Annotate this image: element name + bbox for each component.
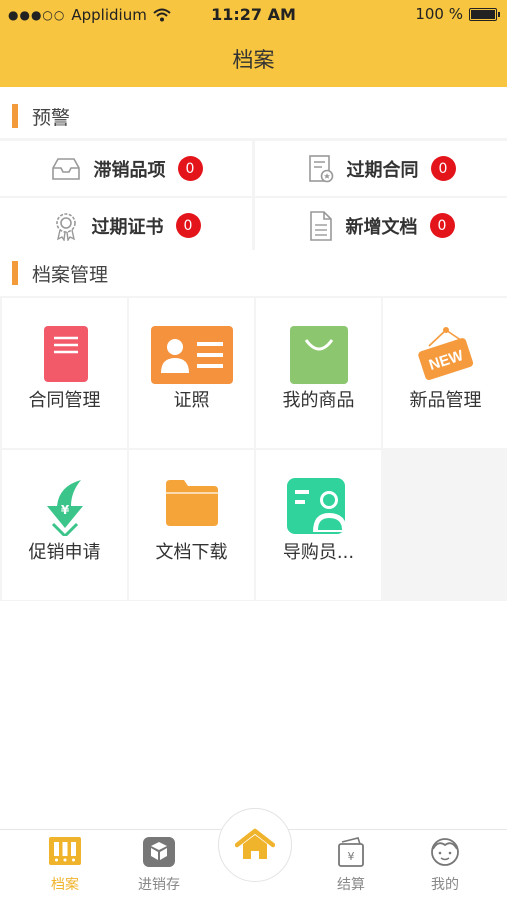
archive-item-label: 我的商品 xyxy=(282,390,355,411)
archive-item-label: 导购员... xyxy=(282,542,355,563)
warning-item-unsold[interactable]: 滞销品项 0 xyxy=(0,141,252,196)
yuan-download-icon: ¥ xyxy=(46,480,83,536)
section-accent-bar xyxy=(12,261,18,285)
certificate-icon xyxy=(55,212,76,241)
section-accent-bar xyxy=(12,104,18,128)
archive-item-label: 合同管理 xyxy=(28,390,101,411)
tab-label: 档案 xyxy=(51,877,79,893)
archive-grid: 合同管理 证照 我的商品 NEW 新品管理 ¥ 促销申请 文档下载 导购员... xyxy=(0,296,507,601)
contract-book-icon xyxy=(43,326,88,382)
wallet-icon: ¥ xyxy=(338,837,364,867)
warning-item-new-document[interactable]: 新增文档 0 xyxy=(255,198,507,253)
warning-item-label: 过期证书 xyxy=(91,216,164,238)
archive-item-label: 证照 xyxy=(173,390,210,411)
id-card-icon xyxy=(150,326,233,384)
warning-count-badge: 0 xyxy=(177,156,203,181)
warning-section-title: 预警 xyxy=(32,106,71,129)
home-button[interactable] xyxy=(218,808,292,882)
warning-grid: 滞销品项 0 过期合同 0 过期证书 0 新增文档 0 xyxy=(0,138,507,253)
archive-item-promotion[interactable]: ¥ 促销申请 xyxy=(2,450,127,600)
tab-mine[interactable]: 我的 xyxy=(400,830,490,900)
tab-settlement[interactable]: ¥ 结算 xyxy=(306,830,396,900)
tab-label: 进销存 xyxy=(138,877,180,893)
archive-item-contract[interactable]: 合同管理 xyxy=(2,298,127,448)
page-title: 档案 xyxy=(232,48,275,72)
svg-text:¥: ¥ xyxy=(348,850,355,863)
profile-icon xyxy=(431,838,459,866)
archive-item-shopping-guide[interactable]: 导购员... xyxy=(256,450,381,600)
staff-card-icon xyxy=(286,478,347,534)
tab-label: 结算 xyxy=(337,877,365,893)
svg-text:¥: ¥ xyxy=(60,503,69,517)
battery-label: 100 % xyxy=(415,5,463,23)
warning-count-badge: 0 xyxy=(430,156,456,181)
archive-icon xyxy=(49,837,81,865)
warning-count-badge: 0 xyxy=(429,213,455,238)
top-bar: ●●●○○ Applidium 11:27 AM 100 % 档案 xyxy=(0,0,507,87)
archive-item-label: 文档下载 xyxy=(155,542,228,563)
home-icon xyxy=(235,828,275,859)
warning-item-label: 过期合同 xyxy=(346,159,419,181)
folder-icon xyxy=(165,480,218,526)
inventory-icon xyxy=(143,837,175,867)
shopping-bag-icon xyxy=(289,326,348,384)
tab-inventory[interactable]: 进销存 xyxy=(114,830,204,900)
tab-archive[interactable]: 档案 xyxy=(20,830,110,900)
document-icon xyxy=(309,210,332,241)
archive-section-title: 档案管理 xyxy=(32,263,109,286)
warning-item-expired-contract[interactable]: 过期合同 0 xyxy=(255,141,507,196)
archive-item-label: 促销申请 xyxy=(28,542,101,563)
new-tag-icon: NEW xyxy=(417,327,473,380)
contract-icon xyxy=(308,154,333,182)
archive-item-new-products[interactable]: NEW 新品管理 xyxy=(383,298,507,448)
battery-icon xyxy=(469,7,500,21)
warning-section-header: 预警 xyxy=(0,93,507,139)
warning-item-label: 新增文档 xyxy=(345,216,418,238)
inbox-tray-icon xyxy=(51,157,80,180)
warning-item-expired-certificate[interactable]: 过期证书 0 xyxy=(0,198,252,253)
archive-item-license[interactable]: 证照 xyxy=(129,298,254,448)
tab-label: 我的 xyxy=(431,877,459,893)
warning-count-badge: 0 xyxy=(175,213,201,238)
archive-item-document-download[interactable]: 文档下载 xyxy=(129,450,254,600)
archive-section-header: 档案管理 xyxy=(0,250,507,296)
status-bar: ●●●○○ Applidium 11:27 AM 100 % xyxy=(0,0,507,28)
archive-item-label: 新品管理 xyxy=(409,390,482,411)
warning-item-label: 滞销品项 xyxy=(93,159,166,181)
archive-item-my-products[interactable]: 我的商品 xyxy=(256,298,381,448)
